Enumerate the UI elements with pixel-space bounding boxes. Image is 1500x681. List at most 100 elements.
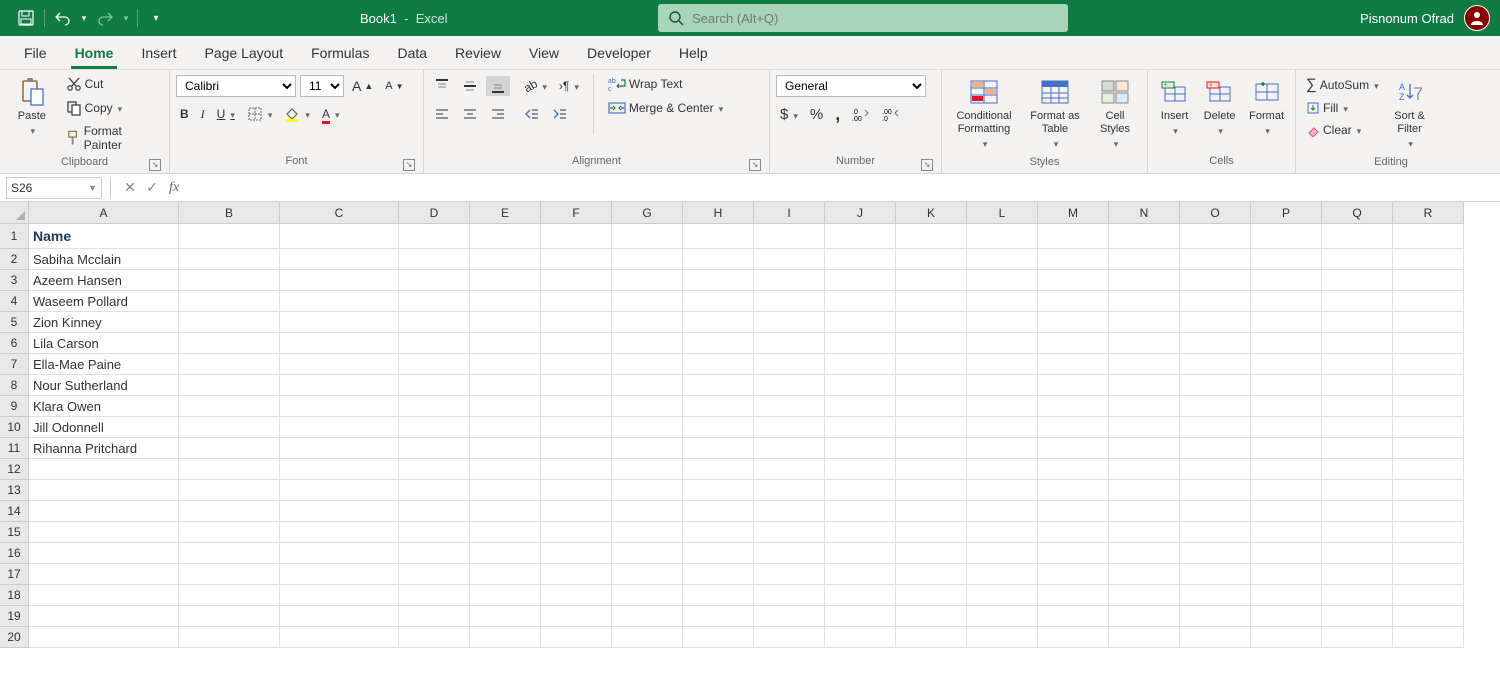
cell-L11[interactable] [967,438,1038,459]
cell-J14[interactable] [825,501,896,522]
column-header-P[interactable]: P [1251,202,1322,224]
number-dialog-launcher[interactable]: ↘ [921,159,933,171]
cell-C19[interactable] [280,606,399,627]
underline-button[interactable]: U [213,105,239,123]
row-header-11[interactable]: 11 [0,438,29,459]
cancel-formula-button[interactable]: ✕ [119,177,141,199]
column-header-N[interactable]: N [1109,202,1180,224]
cell-F9[interactable] [541,396,612,417]
cell-C5[interactable] [280,312,399,333]
row-header-7[interactable]: 7 [0,354,29,375]
cell-R14[interactable] [1393,501,1464,522]
cell-A12[interactable] [29,459,179,480]
cell-G2[interactable] [612,249,683,270]
row-header-14[interactable]: 14 [0,501,29,522]
cell-C9[interactable] [280,396,399,417]
row-header-16[interactable]: 16 [0,543,29,564]
bold-button[interactable]: B [176,105,193,123]
cell-M9[interactable] [1038,396,1109,417]
tab-home[interactable]: Home [61,37,128,69]
cell-Q2[interactable] [1322,249,1393,270]
cell-K16[interactable] [896,543,967,564]
cell-D19[interactable] [399,606,470,627]
font-name-select[interactable]: Calibri [176,75,296,97]
cell-M5[interactable] [1038,312,1109,333]
cell-L6[interactable] [967,333,1038,354]
cell-H19[interactable] [683,606,754,627]
cell-M6[interactable] [1038,333,1109,354]
cell-K13[interactable] [896,480,967,501]
cell-C3[interactable] [280,270,399,291]
autosum-button[interactable]: ∑ AutoSum [1302,74,1383,95]
cell-L20[interactable] [967,627,1038,648]
cell-H17[interactable] [683,564,754,585]
cell-L7[interactable] [967,354,1038,375]
cell-J18[interactable] [825,585,896,606]
cell-Q11[interactable] [1322,438,1393,459]
cell-A1[interactable]: Name [29,224,179,249]
cell-C12[interactable] [280,459,399,480]
cell-I20[interactable] [754,627,825,648]
cell-E5[interactable] [470,312,541,333]
cell-I6[interactable] [754,333,825,354]
avatar[interactable] [1464,5,1490,31]
cell-N20[interactable] [1109,627,1180,648]
cell-C11[interactable] [280,438,399,459]
cell-C14[interactable] [280,501,399,522]
cell-R7[interactable] [1393,354,1464,375]
align-right-button[interactable] [486,104,510,124]
cell-E10[interactable] [470,417,541,438]
italic-button[interactable]: I [197,105,209,124]
cell-R6[interactable] [1393,333,1464,354]
cell-F19[interactable] [541,606,612,627]
cell-G14[interactable] [612,501,683,522]
cell-A9[interactable]: Klara Owen [29,396,179,417]
cell-D8[interactable] [399,375,470,396]
cell-M20[interactable] [1038,627,1109,648]
column-header-I[interactable]: I [754,202,825,224]
row-header-2[interactable]: 2 [0,249,29,270]
cell-M16[interactable] [1038,543,1109,564]
cell-K20[interactable] [896,627,967,648]
cell-O4[interactable] [1180,291,1251,312]
cell-H11[interactable] [683,438,754,459]
undo-button[interactable] [51,6,75,30]
cell-H2[interactable] [683,249,754,270]
cell-M1[interactable] [1038,224,1109,249]
row-header-9[interactable]: 9 [0,396,29,417]
cell-C6[interactable] [280,333,399,354]
cell-L3[interactable] [967,270,1038,291]
cell-D9[interactable] [399,396,470,417]
cell-E4[interactable] [470,291,541,312]
column-header-C[interactable]: C [280,202,399,224]
cell-G15[interactable] [612,522,683,543]
row-header-3[interactable]: 3 [0,270,29,291]
cell-O19[interactable] [1180,606,1251,627]
cell-N5[interactable] [1109,312,1180,333]
cell-P1[interactable] [1251,224,1322,249]
cell-P2[interactable] [1251,249,1322,270]
cell-G13[interactable] [612,480,683,501]
number-format-select[interactable]: General [776,75,926,97]
font-dialog-launcher[interactable]: ↘ [403,159,415,171]
cell-B10[interactable] [179,417,280,438]
cell-B5[interactable] [179,312,280,333]
cell-E12[interactable] [470,459,541,480]
cell-A13[interactable] [29,480,179,501]
cell-E2[interactable] [470,249,541,270]
cell-K6[interactable] [896,333,967,354]
cell-M19[interactable] [1038,606,1109,627]
cell-I19[interactable] [754,606,825,627]
cell-P15[interactable] [1251,522,1322,543]
column-header-E[interactable]: E [470,202,541,224]
cell-N6[interactable] [1109,333,1180,354]
cell-Q20[interactable] [1322,627,1393,648]
cell-B14[interactable] [179,501,280,522]
cell-G11[interactable] [612,438,683,459]
cell-P19[interactable] [1251,606,1322,627]
cell-I5[interactable] [754,312,825,333]
cell-I16[interactable] [754,543,825,564]
cell-B12[interactable] [179,459,280,480]
cell-F2[interactable] [541,249,612,270]
row-header-8[interactable]: 8 [0,375,29,396]
